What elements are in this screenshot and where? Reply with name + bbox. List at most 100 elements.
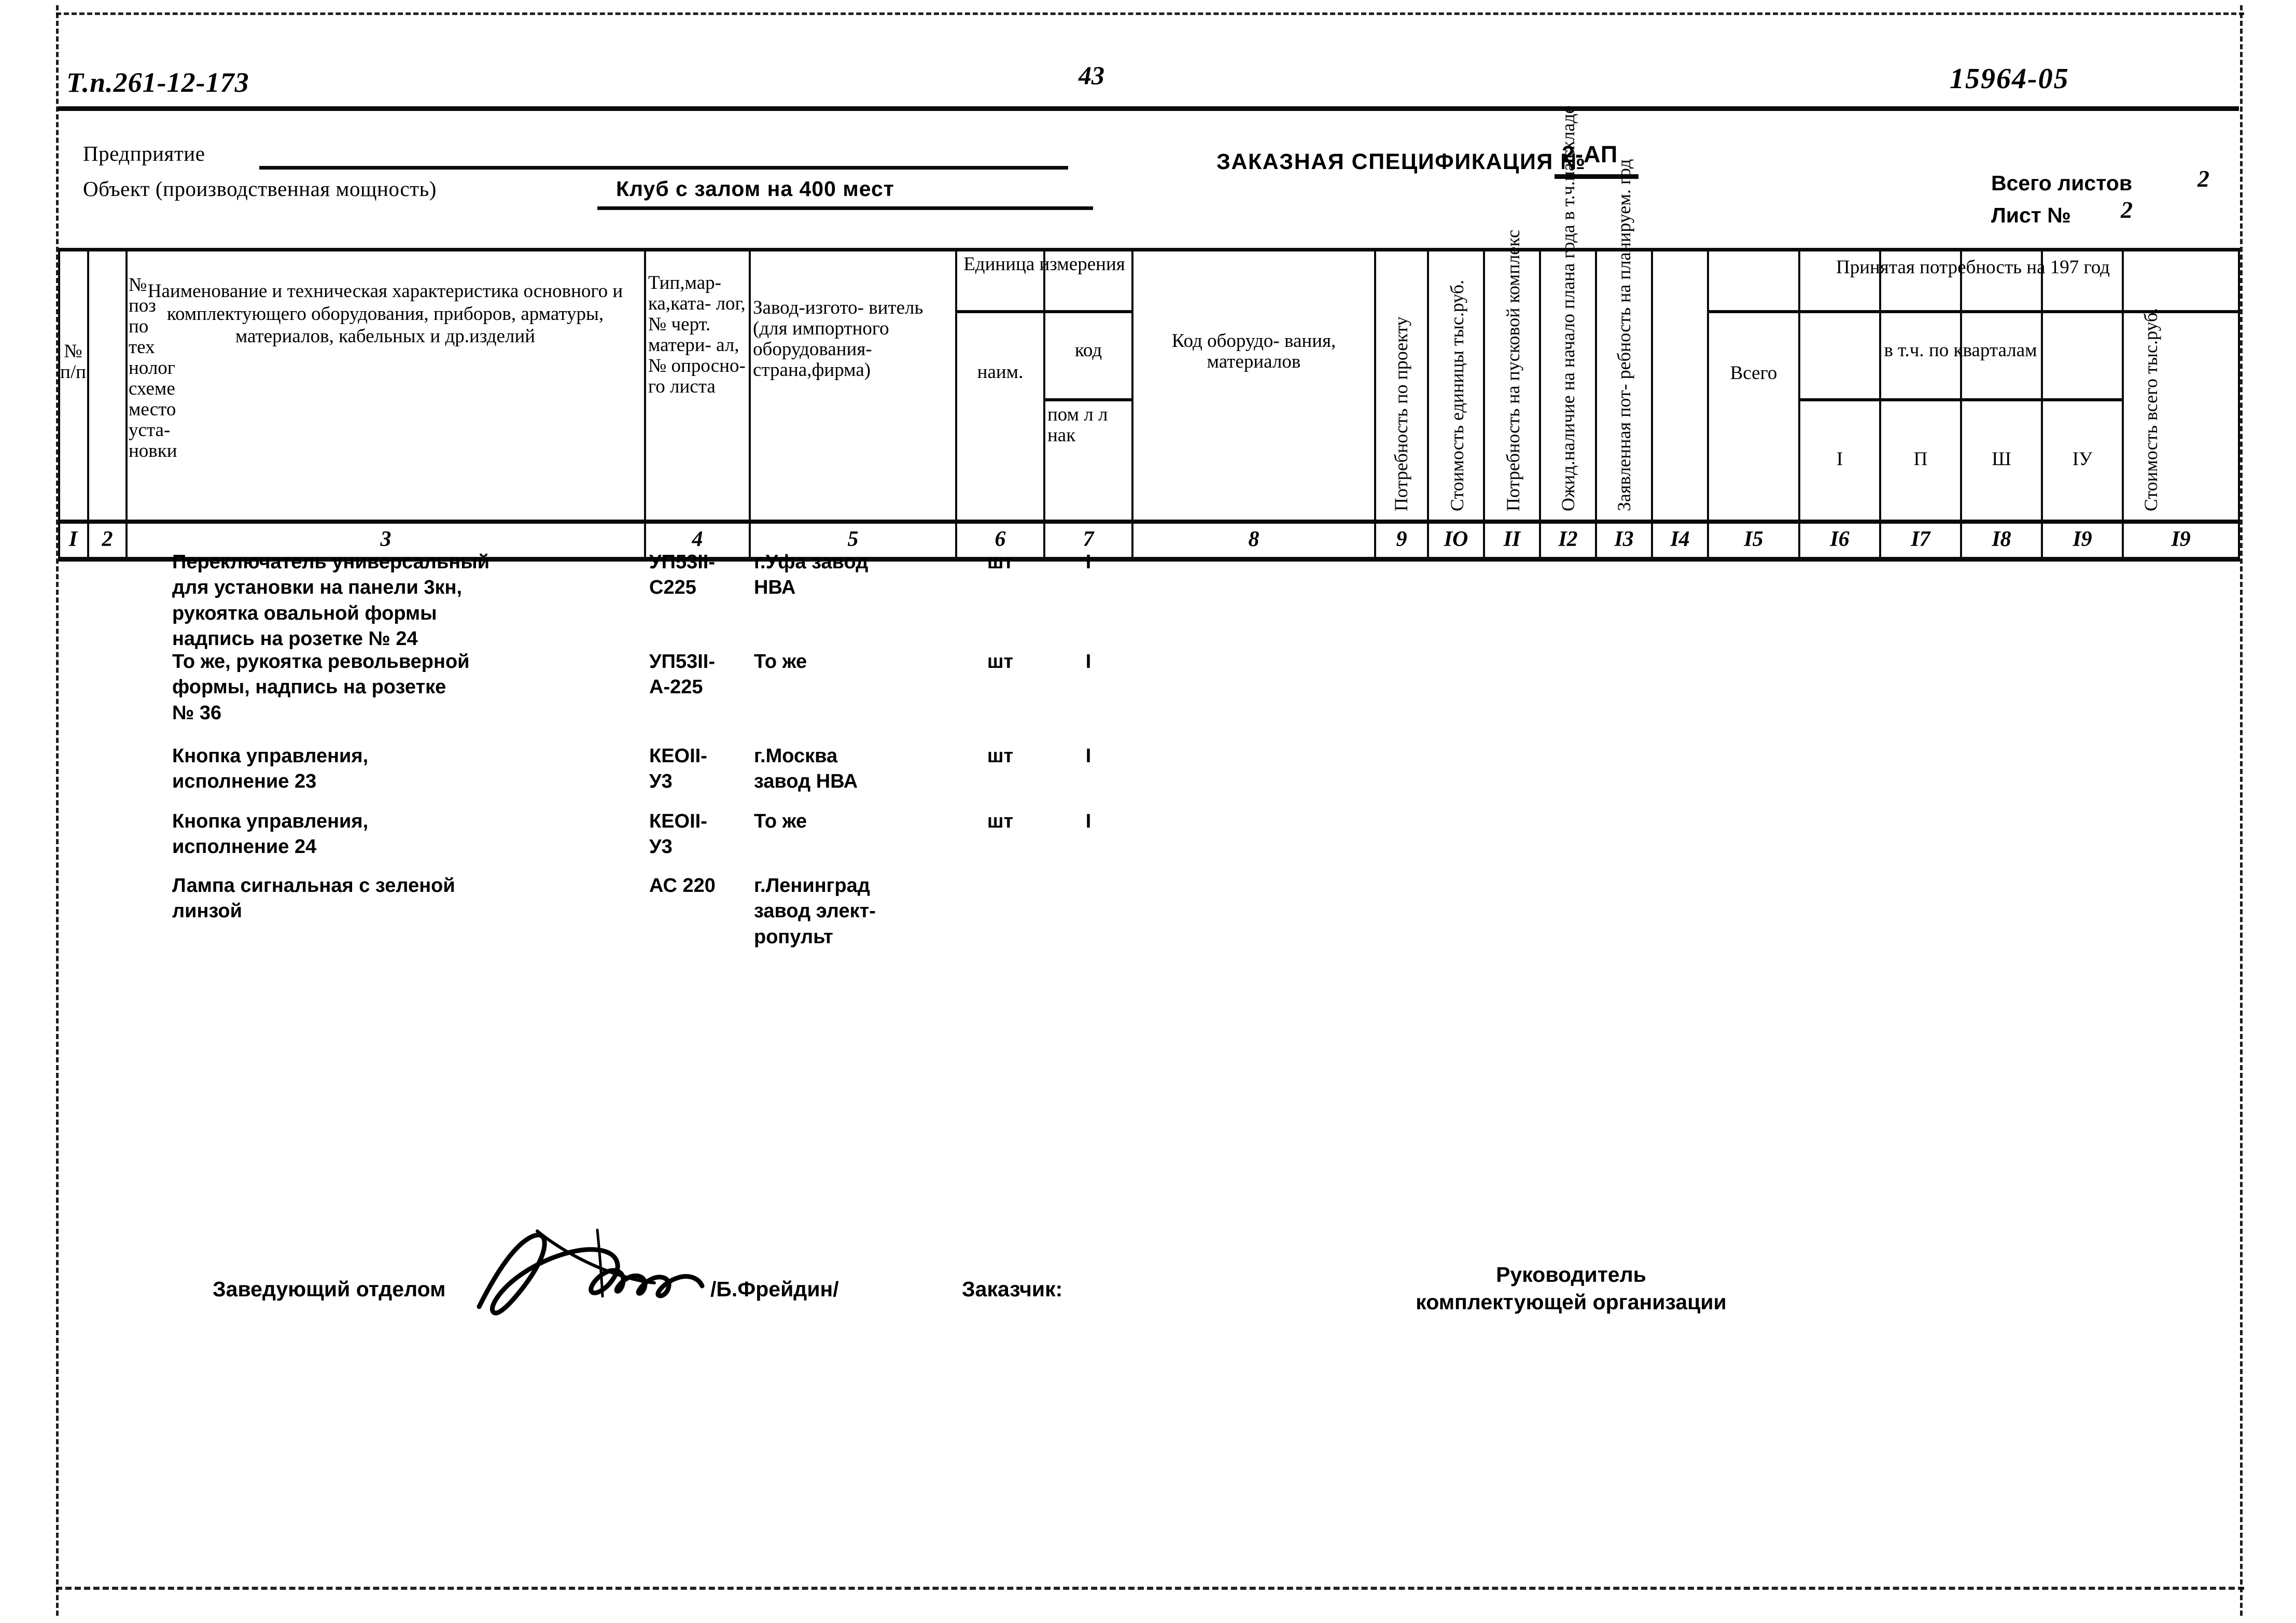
header-col-10: Стоимость единицы тыс.руб. [1447,279,1467,511]
colnum-3: 3 [380,527,391,551]
colnum-6: 6 [995,527,1006,551]
colnum-19b: I9 [2171,527,2191,551]
header-col-11: Потребность на пусковой комплекс [1503,230,1523,511]
colnum-17: I7 [1911,527,1930,551]
dept-head-label: Заведующий отделом [213,1277,446,1301]
page-frame-top-edge [56,12,2244,15]
row-code-unit: I [1085,551,1091,573]
document-number: 15964-05 [1950,63,2069,95]
header-col-5: Завод-изгото- витель (для импортного обо… [753,297,923,381]
code-subdivider-rule [1043,398,1131,401]
table-top-border [58,248,2240,251]
row-name: Лампа сигнальная с зеленой линзой [172,875,455,922]
col-sep-14 [1707,248,1709,557]
colnum-15: I5 [1744,527,1763,551]
colnum-16: I6 [1830,527,1850,551]
col-sep-9 [1427,248,1429,557]
header-col-12: Ожид.наличие на начало плана года в т.ч.… [1558,105,1578,511]
row-factory: То же [754,651,807,673]
col-sep-17 [1960,248,1962,557]
row-name: Кнопка управления, исполнение 23 [172,745,369,793]
row-name: То же, рукоятка револьверной формы, надп… [172,651,470,724]
quarters-group-bottom-rule [1798,398,2122,401]
enterprise-label: Предприятие [83,142,205,165]
handwritten-signature [477,1228,705,1316]
col-sep-19 [2122,248,2124,557]
header-col-18: IУ [2072,449,2093,470]
colnum-7: 7 [1083,527,1094,551]
row-factory: г.Ленинград завод элект- ропульт [754,875,876,948]
header-col-9: Потребность по проекту [1391,316,1411,511]
col-sep-20 [2238,248,2240,557]
colnum-14: I4 [1670,527,1690,551]
header-divider-rule [58,106,2239,111]
col-sep-3 [644,248,646,557]
row-type: КЕОII- У3 [649,810,707,858]
row-name: Переключатель универсальный для установк… [172,551,490,650]
colnum-4: 4 [692,527,703,551]
project-code: Т.п.261-12-173 [66,67,249,98]
col-sep-10 [1483,248,1485,557]
col-sep-1 [87,248,89,557]
unit-group-bottom-rule [955,310,1131,313]
enterprise-underline [259,166,1068,170]
header-col-19: Стоимость всего тыс.руб. [2140,307,2161,511]
spec-title: ЗАКАЗНАЯ СПЕЦИФИКАЦИЯ № [1216,149,1586,174]
header-col-14: Всего [1730,362,1777,384]
header-col-7-sub: пом л л нак [1047,404,1108,446]
col-sep-18 [2041,248,2043,557]
signature-block: Заведующий отделом /Б.Фрейдин/ Заказчик:… [0,1244,2296,1400]
colnum-1: I [68,527,78,551]
header-col-4: Тип,мар- ка,ката- лог, № черт. матери- а… [648,272,746,397]
col-sep-13 [1651,248,1653,557]
object-label: Объект (производственная мощность) [83,177,437,201]
header-col-6: наим. [977,361,1024,383]
sheet-number-value: 2 [2121,197,2133,223]
row-factory: г.Уфа завод НВА [754,551,869,599]
col-sep-7 [1131,248,1133,557]
row-unit: шт [987,745,1014,767]
col-sep-15 [1798,248,1800,557]
supplier-head-label: Руководитель комплектующей организации [1416,1263,1727,1314]
row-unit: шт [987,810,1014,832]
col-sep-11 [1539,248,1541,557]
colnum-13: I3 [1614,527,1634,551]
header-quarters-group: в т.ч. по кварталам [1884,340,2037,361]
header-col-8: Код оборудо- вания, материалов [1171,330,1336,372]
header-col-16: П [1913,449,1928,470]
colnum-8: 8 [1248,527,1259,551]
row-code-unit: I [1085,810,1091,832]
header-col-15: I [1836,449,1843,470]
row-type: АС 220 [649,875,716,897]
colnum-9: 9 [1396,527,1407,551]
customer-label: Заказчик: [962,1277,1063,1301]
total-sheets-value: 2 [2197,165,2209,192]
col-sep-8 [1374,248,1376,557]
colnum-10: IO [1444,527,1468,551]
document-page: Т.п.261-12-173 4 3 15964-05 Предприятие О… [0,0,2296,1623]
colnum-11: II [1503,527,1521,551]
col-sep-6 [1043,248,1045,557]
header-unit-group: Единица измерения [963,254,1125,275]
row-code-unit: I [1085,651,1091,673]
row-type: УП53II- А-225 [649,651,715,698]
header-need-group: Принятая потребность на 197 год [1836,257,2110,278]
row-type: УП53II- С225 [649,551,715,599]
row-type: КЕОII- У3 [649,745,707,793]
header-col-17: Ш [1992,449,2011,470]
colnum-2: 2 [102,527,113,551]
col-sep-12 [1595,248,1597,557]
page-frame-bottom-edge [56,1587,2244,1590]
header-col-3: Наименование и техническая характеристик… [147,281,623,347]
row-factory: г.Москва завод НВА [754,745,858,793]
colnum-5: 5 [847,527,859,551]
col-sep-0 [58,248,60,557]
row-unit: шт [987,651,1014,673]
row-name: Кнопка управления, исполнение 24 [172,810,369,858]
object-underline [597,206,1093,210]
row-unit: шт [987,551,1014,573]
colnum-12: I2 [1558,527,1578,551]
header-col-7-code: код [1074,340,1102,361]
colnum-18: I8 [1992,527,2011,551]
sheet-number-label: Лист № [1991,203,2071,227]
